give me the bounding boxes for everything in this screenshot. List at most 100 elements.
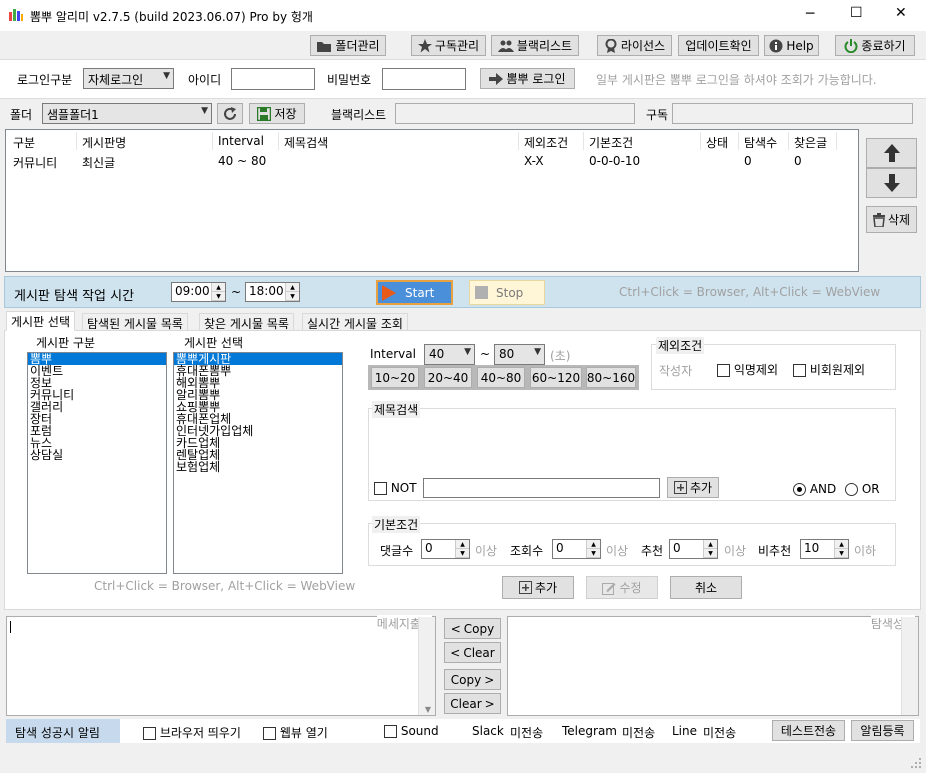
blacklist-field[interactable]: [395, 103, 635, 124]
spin-up-icon[interactable]: ▲: [587, 540, 600, 549]
register-alert-button[interactable]: 알림등록: [851, 720, 914, 741]
scroll-down-icon[interactable]: ▼: [425, 705, 431, 714]
spin-down-icon[interactable]: ▼: [587, 549, 600, 558]
close-button[interactable]: ✕: [895, 5, 907, 21]
success-output[interactable]: 탐색성공: [507, 615, 919, 716]
col-basic[interactable]: 기본조건: [589, 134, 633, 151]
author-label: 작성자: [659, 364, 693, 378]
spin-up-icon[interactable]: ▲: [212, 283, 225, 292]
col-interval[interactable]: Interval: [218, 134, 264, 148]
id-input[interactable]: [231, 68, 315, 90]
comments-above: 이상: [475, 544, 498, 558]
blacklist-label: 블랙리스트: [331, 108, 387, 122]
delete-button[interactable]: 삭제: [866, 206, 917, 233]
stop-button[interactable]: Stop: [469, 280, 545, 305]
end-time-input[interactable]: 18:00 ▲ ▼: [245, 282, 300, 302]
category-list[interactable]: 뽐뿌 이벤트 정보 커뮤니티 갤러리 장터 포럼 뉴스 상담실: [27, 352, 167, 574]
folder-select[interactable]: 샘플폴더1 ▼: [42, 103, 212, 124]
preset-40-80[interactable]: 40~80: [477, 367, 525, 388]
col-found[interactable]: 찾은글: [794, 134, 827, 151]
spin-down-icon[interactable]: ▼: [212, 292, 225, 301]
test-send-button[interactable]: 테스트전송: [772, 720, 845, 741]
ppomppu-login-button[interactable]: 뽐뿌 로그인: [480, 68, 575, 89]
login-type-select[interactable]: 자체로그인 ▼: [83, 68, 174, 89]
edit-button[interactable]: 수정: [586, 576, 658, 599]
blacklist-button[interactable]: 블랙리스트: [491, 35, 579, 56]
list-item[interactable]: 상담실: [28, 449, 166, 461]
table-row[interactable]: 커뮤니티 최신글 40 ~ 80 X-X 0-0-0-10 0 0: [6, 151, 858, 170]
list-item[interactable]: 보험업체: [174, 461, 342, 473]
save-button[interactable]: 저장: [249, 103, 305, 124]
title-add-button[interactable]: 추가: [667, 477, 719, 498]
spin-up-icon[interactable]: ▲: [835, 540, 848, 549]
folder-manage-button[interactable]: 폴더관리: [310, 35, 386, 56]
tab-searched-posts[interactable]: 탐색된 게시물 목록: [82, 313, 188, 331]
anonymous-checkbox[interactable]: 익명제외: [717, 361, 778, 378]
board-list[interactable]: 뽐뿌게시판 휴대폰뽐뿌 해외뽐뿌 알리뽐뿌 쇼핑뽐뿌 휴대폰업체 인터넷가입업체…: [173, 352, 343, 574]
recommend-input[interactable]: 0 ▲ ▼: [669, 539, 718, 559]
spin-down-icon[interactable]: ▼: [286, 292, 299, 301]
views-input[interactable]: 0 ▲ ▼: [552, 539, 601, 559]
board-list-label: 게시판 선택: [184, 336, 244, 350]
add-button[interactable]: 추가: [502, 576, 574, 599]
tab-board-select[interactable]: 게시판 선택: [6, 311, 76, 331]
maximize-button[interactable]: ☐: [850, 5, 863, 21]
subscribe-field[interactable]: [672, 103, 913, 124]
password-input[interactable]: [382, 68, 466, 90]
success-copy-button[interactable]: Copy >: [444, 669, 501, 690]
col-status[interactable]: 상태: [706, 134, 728, 151]
interval-label: Interval: [370, 347, 416, 361]
message-clear-button[interactable]: < Clear: [444, 642, 501, 663]
spin-up-icon[interactable]: ▲: [286, 283, 299, 292]
spin-up-icon[interactable]: ▲: [704, 540, 717, 549]
update-check-button[interactable]: 업데이트확인: [678, 35, 759, 56]
resize-grip[interactable]: [910, 757, 922, 769]
message-copy-button[interactable]: < Copy: [444, 618, 501, 639]
or-radio[interactable]: OR: [845, 482, 880, 496]
subscribe-manage-button[interactable]: 구독관리: [411, 35, 486, 56]
title-search-input[interactable]: [423, 478, 660, 498]
success-clear-button[interactable]: Clear >: [444, 693, 501, 714]
comments-input[interactable]: 0 ▲ ▼: [421, 539, 470, 559]
minimize-button[interactable]: ─: [806, 6, 814, 22]
preset-60-120[interactable]: 60~120: [530, 367, 582, 388]
col-search-count[interactable]: 탐색수: [744, 134, 777, 151]
board-table: 구분 게시판명 Interval 제목검색 제외조건 기본조건 상태 탐색수 찾…: [5, 129, 859, 272]
preset-20-40[interactable]: 20~40: [424, 367, 472, 388]
cancel-button[interactable]: 취소: [670, 576, 742, 599]
help-button[interactable]: Help: [764, 35, 819, 56]
tab-realtime[interactable]: 실시간 게시물 조회: [302, 313, 408, 331]
move-down-button[interactable]: [866, 168, 917, 198]
browser-checkbox[interactable]: 브라우저 띄우기: [143, 724, 241, 741]
exit-button[interactable]: 종료하기: [835, 35, 915, 56]
interval-from-select[interactable]: 40 ▼: [424, 344, 475, 365]
preset-10-20[interactable]: 10~20: [371, 367, 419, 388]
col-board-name[interactable]: 게시판명: [82, 134, 126, 151]
board-hint: Ctrl+Click = Browser, Alt+Click = WebVie…: [94, 579, 356, 593]
comments-label: 댓글수: [380, 544, 414, 558]
spin-down-icon[interactable]: ▼: [835, 549, 848, 558]
not-checkbox[interactable]: NOT: [374, 481, 417, 495]
spin-down-icon[interactable]: ▼: [456, 549, 469, 558]
footer-label: 탐색 성공시 알림: [15, 726, 100, 740]
exclude-title: 제외조건: [656, 337, 705, 354]
interval-to-select[interactable]: 80 ▼: [494, 344, 545, 365]
start-time-input[interactable]: 09:00 ▲ ▼: [171, 282, 226, 302]
preset-80-160[interactable]: 80~160: [586, 367, 636, 388]
nonmember-checkbox[interactable]: 비회원제외: [793, 361, 865, 378]
and-radio[interactable]: AND: [793, 482, 836, 496]
tab-found-posts[interactable]: 찾은 게시물 목록: [199, 313, 294, 331]
webview-checkbox[interactable]: 웹뷰 열기: [263, 724, 328, 741]
sound-checkbox[interactable]: Sound: [384, 724, 439, 738]
col-title-search[interactable]: 제목검색: [284, 134, 328, 151]
message-output[interactable]: 메세지출력 ▼: [6, 615, 436, 716]
col-category[interactable]: 구분: [13, 134, 35, 151]
start-button[interactable]: Start: [376, 280, 453, 305]
spin-up-icon[interactable]: ▲: [456, 540, 469, 549]
unrecommend-input[interactable]: 10 ▲ ▼: [800, 539, 849, 559]
license-button[interactable]: 라이선스: [597, 35, 672, 56]
col-exclude[interactable]: 제외조건: [524, 134, 568, 151]
move-up-button[interactable]: [866, 138, 917, 168]
spin-down-icon[interactable]: ▼: [704, 549, 717, 558]
refresh-button[interactable]: [217, 103, 243, 124]
